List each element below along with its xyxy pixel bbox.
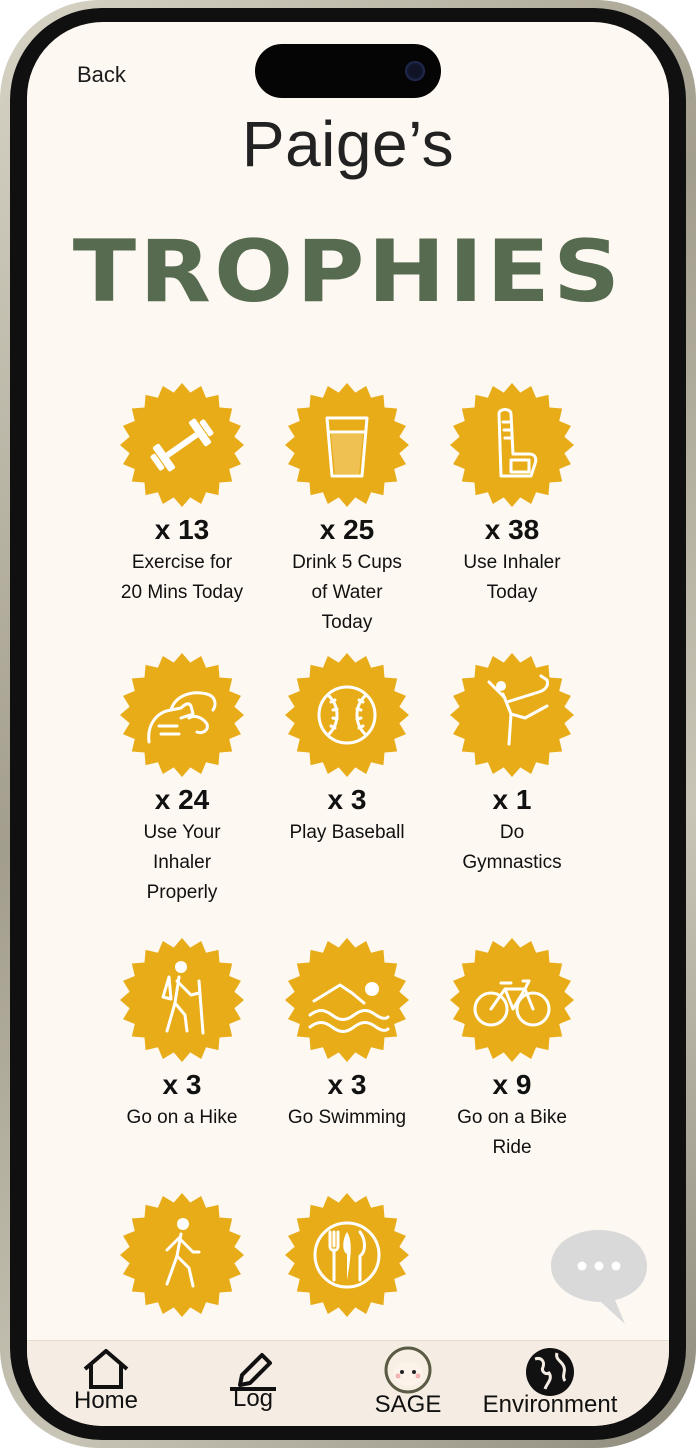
trophy-label-line: Properly [146,882,218,903]
back-button[interactable]: Back [77,62,126,88]
trophy-label: Exercise for 20 Mins Today [97,548,267,608]
trophy-card[interactable]: x 1 Do Gymnastics [427,652,597,878]
tab-bar: Home Log SAGE Environment [27,1340,669,1426]
trophy-count: x 3 [162,1069,202,1100]
water-glass-icon [284,382,410,508]
trophy-label: Use Your Inhaler Properly [97,818,267,908]
chat-bubble-icon[interactable] [547,1224,651,1332]
dynamic-island [255,44,441,98]
trophy-card[interactable]: x 24 Use Your Inhaler Properly [97,652,267,908]
trophy-count: x 38 [484,514,540,545]
trophy-label-line: Do [499,822,525,843]
trophy-count: x 25 [319,514,375,545]
trophy-card[interactable]: x 25 Drink 5 Cups of Water Today [262,382,432,638]
trophy-label-line: Ride [492,1137,532,1158]
trophy-label-line: Go on a Bike [457,1107,567,1128]
trophy-count: x 1 [492,784,532,815]
trophy-label-line: Today [486,582,538,603]
trophy-label: Go Swimming [262,1103,432,1133]
hiker-icon [119,937,245,1063]
trophy-label: Go on a Bike Ride [427,1103,597,1163]
trophy-label: Do Gymnastics [427,818,597,878]
trophy-label-line: Use Your [143,822,221,843]
tab-home[interactable]: Home [65,1347,147,1415]
trophy-label-line: Exercise for [131,552,233,573]
tab-environment-label: Environment [482,1391,618,1418]
trophy-count: x 9 [492,1069,532,1100]
tab-log-label: Log [232,1385,274,1412]
trophy-card[interactable]: x 38 Use Inhaler Today [427,382,597,608]
bicycle-icon [449,937,575,1063]
trophy-label-line: Go on a Hike [126,1107,238,1128]
dumbbell-icon [119,382,245,508]
swimmer-icon [284,937,410,1063]
trophy-label-line: Play Baseball [289,822,405,843]
trophy-card[interactable]: x 13 Exercise for 20 Mins Today [97,382,267,608]
walker-icon [119,1192,245,1318]
trophy-grid: x 13 Exercise for 20 Mins Today x 25 Drink 5… [27,382,669,1320]
camera-icon [405,61,425,81]
screen: Back Paige’s TROPHIES x 13 Exercise for 20… [27,22,669,1426]
trophy-card[interactable]: x 3 Go Swimming [262,937,432,1133]
trophy-count: x 3 [327,1069,367,1100]
trophy-count: x 24 [154,784,210,815]
gymnast-icon [449,652,575,778]
trophy-label: Use Inhaler Today [427,548,597,608]
tab-environment[interactable]: Environment [475,1345,625,1419]
trophy-label-line: Go Swimming [287,1107,407,1128]
trophy-label-line: Drink 5 Cups [292,552,402,573]
baseball-icon [284,652,410,778]
inhaler-use-icon [119,652,245,778]
trophy-count: x 3 [327,784,367,815]
home-icon [83,1349,129,1389]
tab-home-label: Home [73,1387,139,1414]
trophy-label: Drink 5 Cups of Water Today [262,548,432,638]
page-title: TROPHIES [72,222,624,322]
trophy-card[interactable]: x 3 Go on a Hike [97,937,267,1133]
trophy-label-line: Today [321,612,373,633]
tab-sage[interactable]: SAGE [363,1345,453,1419]
trophy-card[interactable]: x 10 [97,1192,267,1320]
owner-name: Paige’s [241,108,455,180]
trophy-card[interactable]: x 3 Play Baseball [262,652,432,848]
trophy-label-line: Gymnastics [462,852,562,873]
trophy-label-line: Inhaler [152,852,212,873]
trophy-label: Go on a Hike [97,1103,267,1133]
trophy-label-line: of Water [311,582,383,603]
trophy-card[interactable]: x 3 [262,1192,432,1320]
trophy-label-line: Use Inhaler [463,552,561,573]
trophy-label-line: 20 Mins Today [120,582,244,603]
sage-avatar-icon [384,1346,432,1394]
trophy-card[interactable]: x 9 Go on a Bike Ride [427,937,597,1163]
inhaler-icon [449,382,575,508]
trophy-count: x 13 [154,514,210,545]
trophy-label: Play Baseball [262,818,432,848]
cutlery-icon [284,1192,410,1318]
tab-log[interactable]: Log [213,1347,293,1413]
tab-sage-label: SAGE [374,1391,442,1418]
